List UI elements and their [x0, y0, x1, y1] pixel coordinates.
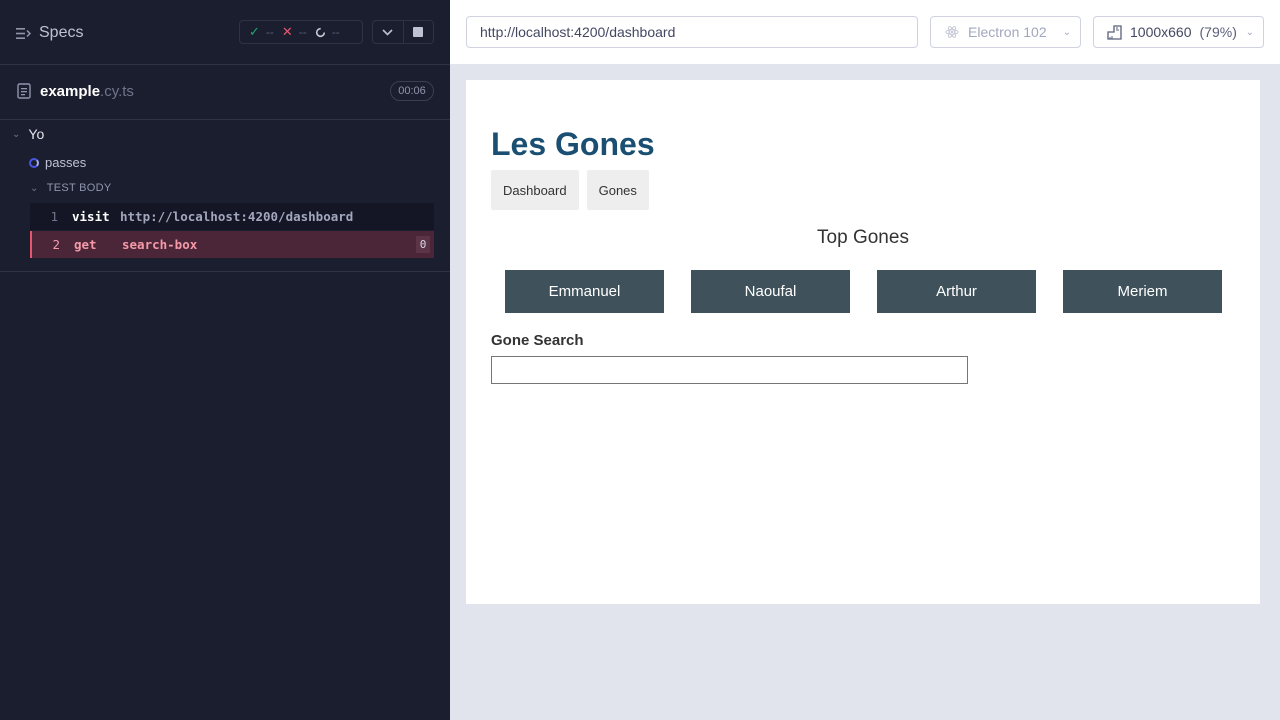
command-message: http://localhost:4200/dashboard	[120, 209, 354, 224]
spec-file-row: example.cy.ts 00:06	[0, 65, 450, 120]
section-title: TEST BODY	[46, 182, 112, 194]
browser-selector[interactable]: Electron 102 ⌄	[930, 16, 1081, 48]
chevron-down-icon: ⌄	[1062, 26, 1071, 38]
test-title: passes	[45, 155, 87, 170]
pending-count: --	[315, 25, 340, 39]
command-row-get[interactable]: 2 get search-box 0	[30, 231, 434, 258]
command-number: 1	[50, 209, 58, 224]
command-number: 2	[52, 237, 60, 252]
running-spinner-icon	[29, 157, 39, 168]
ruler-icon	[1107, 24, 1122, 40]
aut-header: http://localhost:4200/dashboard Electron…	[450, 0, 1280, 64]
nav-dashboard-link[interactable]: Dashboard	[491, 170, 579, 210]
top-gones-heading: Top Gones	[817, 227, 909, 248]
spec-duration: 00:06	[390, 81, 434, 101]
search-label: Gone Search	[491, 332, 584, 349]
stop-icon	[413, 27, 424, 37]
viewport-selector[interactable]: 1000x660 (79%) ⌄	[1093, 16, 1264, 48]
nav-gones-link[interactable]: Gones	[586, 170, 649, 210]
command-name: visit	[72, 209, 110, 224]
reporter-header: Specs ✓ -- ✕ -- --	[0, 0, 450, 65]
viewport-size: 1000x660	[1130, 24, 1192, 40]
gone-card[interactable]: Arthur	[877, 270, 1036, 313]
passed-count: ✓ --	[249, 24, 274, 39]
command-name: get	[74, 237, 97, 252]
browser-label: Electron 102	[968, 24, 1047, 40]
app-frame: Les Gones Dashboard Gones Top Gones Emma…	[466, 80, 1260, 604]
specs-toggle-button[interactable]: Specs	[16, 20, 83, 46]
suite-row[interactable]: ⌄ Yo	[12, 126, 44, 142]
stop-button[interactable]	[402, 21, 433, 43]
chevron-down-icon: ⌄	[1245, 26, 1254, 38]
specs-label: Specs	[39, 24, 84, 41]
collapse-button[interactable]	[373, 21, 403, 43]
aut-panel: http://localhost:4200/dashboard Electron…	[450, 0, 1280, 720]
top-gones-grid: Emmanuel Naoufal Arthur Meriem	[505, 270, 1222, 313]
gone-card[interactable]: Meriem	[1063, 270, 1222, 313]
gone-card[interactable]: Emmanuel	[505, 270, 664, 313]
spec-file-name[interactable]: example.cy.ts	[40, 83, 134, 100]
run-controls	[372, 20, 434, 44]
test-stats: ✓ -- ✕ -- --	[239, 20, 363, 44]
pending-spinner-icon	[315, 27, 325, 37]
electron-icon	[945, 26, 959, 38]
gone-card[interactable]: Naoufal	[691, 270, 850, 313]
app-title: Les Gones	[491, 126, 655, 162]
viewport-scale: (79%)	[1199, 24, 1237, 40]
chevron-down-icon: ⌄	[12, 128, 21, 140]
test-row[interactable]: passes	[29, 155, 86, 170]
document-icon	[17, 83, 31, 99]
url-bar[interactable]: http://localhost:4200/dashboard	[466, 16, 918, 48]
element-count-badge: 0	[416, 236, 430, 253]
failed-count: ✕ --	[281, 24, 307, 39]
test-body-section[interactable]: ⌄ TEST BODY	[30, 182, 112, 194]
x-icon: ✕	[281, 24, 293, 39]
specs-list-icon	[16, 27, 31, 39]
command-message: search-box	[122, 237, 198, 252]
chevron-down-icon: ⌄	[30, 182, 39, 194]
search-input[interactable]	[491, 356, 968, 384]
reporter-panel: Specs ✓ -- ✕ -- -- example.cy.ts 00:06 ⌄…	[0, 0, 450, 720]
chevron-down-icon	[382, 28, 394, 36]
command-row-visit[interactable]: 1 visit http://localhost:4200/dashboard	[30, 203, 434, 230]
suite-title: Yo	[28, 126, 45, 142]
app-nav: Dashboard Gones	[491, 170, 649, 210]
check-icon: ✓	[249, 24, 260, 39]
test-tree: ⌄ Yo passes ⌄ TEST BODY 1 visit http://l…	[0, 120, 450, 272]
